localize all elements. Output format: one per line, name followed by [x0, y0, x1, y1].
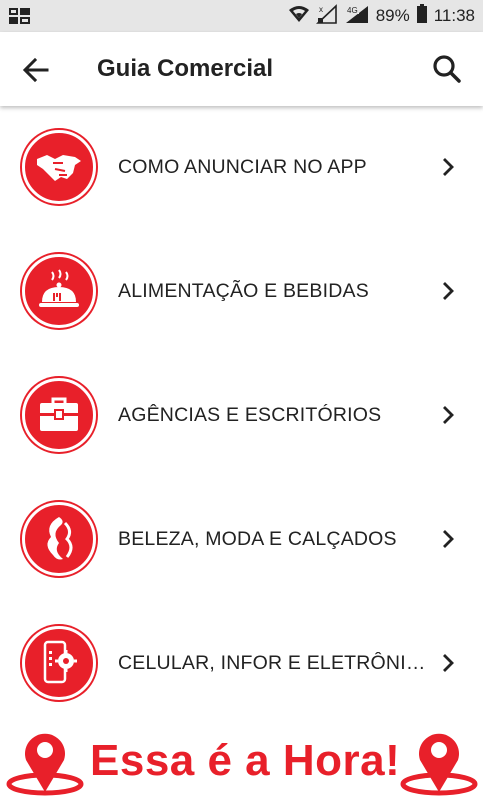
- food-cloche-icon: [39, 269, 79, 307]
- back-button[interactable]: [20, 54, 52, 86]
- category-icon-badge: [22, 130, 96, 204]
- phone-gear-icon: [43, 640, 77, 684]
- page-title: Guia Comercial: [97, 55, 274, 82]
- chevron-right-icon: [443, 282, 454, 300]
- signal-4g-icon: 4G: [344, 4, 370, 29]
- signal-sim1-icon: x: [315, 3, 338, 29]
- search-icon: [433, 55, 461, 83]
- hair-beauty-icon: [47, 517, 73, 560]
- category-icon-badge: [22, 254, 96, 328]
- map-pin-icon: [6, 733, 84, 796]
- category-label: BELEZA, MODA E CALÇADOS: [118, 528, 397, 550]
- chevron-right-icon: [443, 654, 454, 672]
- category-icon-badge: [22, 378, 96, 452]
- svg-text:x: x: [319, 5, 323, 14]
- category-item-agencias[interactable]: AGÊNCIAS E ESCRITÓRIOS: [0, 354, 483, 478]
- category-item-alimentacao[interactable]: ALIMENTAÇÃO E BEBIDAS: [0, 230, 483, 354]
- banner-slogan: Essa é a Hora!: [90, 736, 401, 785]
- battery-icon: [416, 3, 428, 29]
- briefcase-icon: [40, 397, 78, 431]
- category-item-beleza[interactable]: BELEZA, MODA E CALÇADOS: [0, 478, 483, 602]
- status-bar: x 4G 89% 11:38: [0, 0, 483, 32]
- map-pin-icon: [400, 733, 478, 796]
- chevron-right-icon: [443, 406, 454, 424]
- battery-percent: 89%: [375, 6, 410, 25]
- app-bar: Guia Comercial: [0, 32, 483, 106]
- svg-text:4G: 4G: [347, 6, 358, 15]
- chevron-right-icon: [443, 158, 454, 176]
- notification-icon: [8, 6, 32, 26]
- handshake-icon: [37, 155, 81, 181]
- category-label: CELULAR, INFOR E ELETRÔNICOS: [118, 652, 430, 674]
- category-label: ALIMENTAÇÃO E BEBIDAS: [118, 280, 369, 302]
- wifi-icon: [288, 5, 310, 28]
- promo-banner[interactable]: Essa é a Hora!: [0, 720, 483, 800]
- category-icon-badge: [22, 502, 96, 576]
- category-label: COMO ANUNCIAR NO APP: [118, 156, 367, 178]
- category-item-celular[interactable]: CELULAR, INFOR E ELETRÔNICOS: [0, 602, 483, 726]
- category-icon-badge: [22, 626, 96, 700]
- arrow-left-icon: [22, 57, 49, 83]
- search-button[interactable]: [431, 53, 463, 85]
- category-item-anunciar[interactable]: COMO ANUNCIAR NO APP: [0, 106, 483, 230]
- chevron-right-icon: [443, 530, 454, 548]
- category-label: AGÊNCIAS E ESCRITÓRIOS: [118, 404, 382, 426]
- clock: 11:38: [433, 6, 475, 25]
